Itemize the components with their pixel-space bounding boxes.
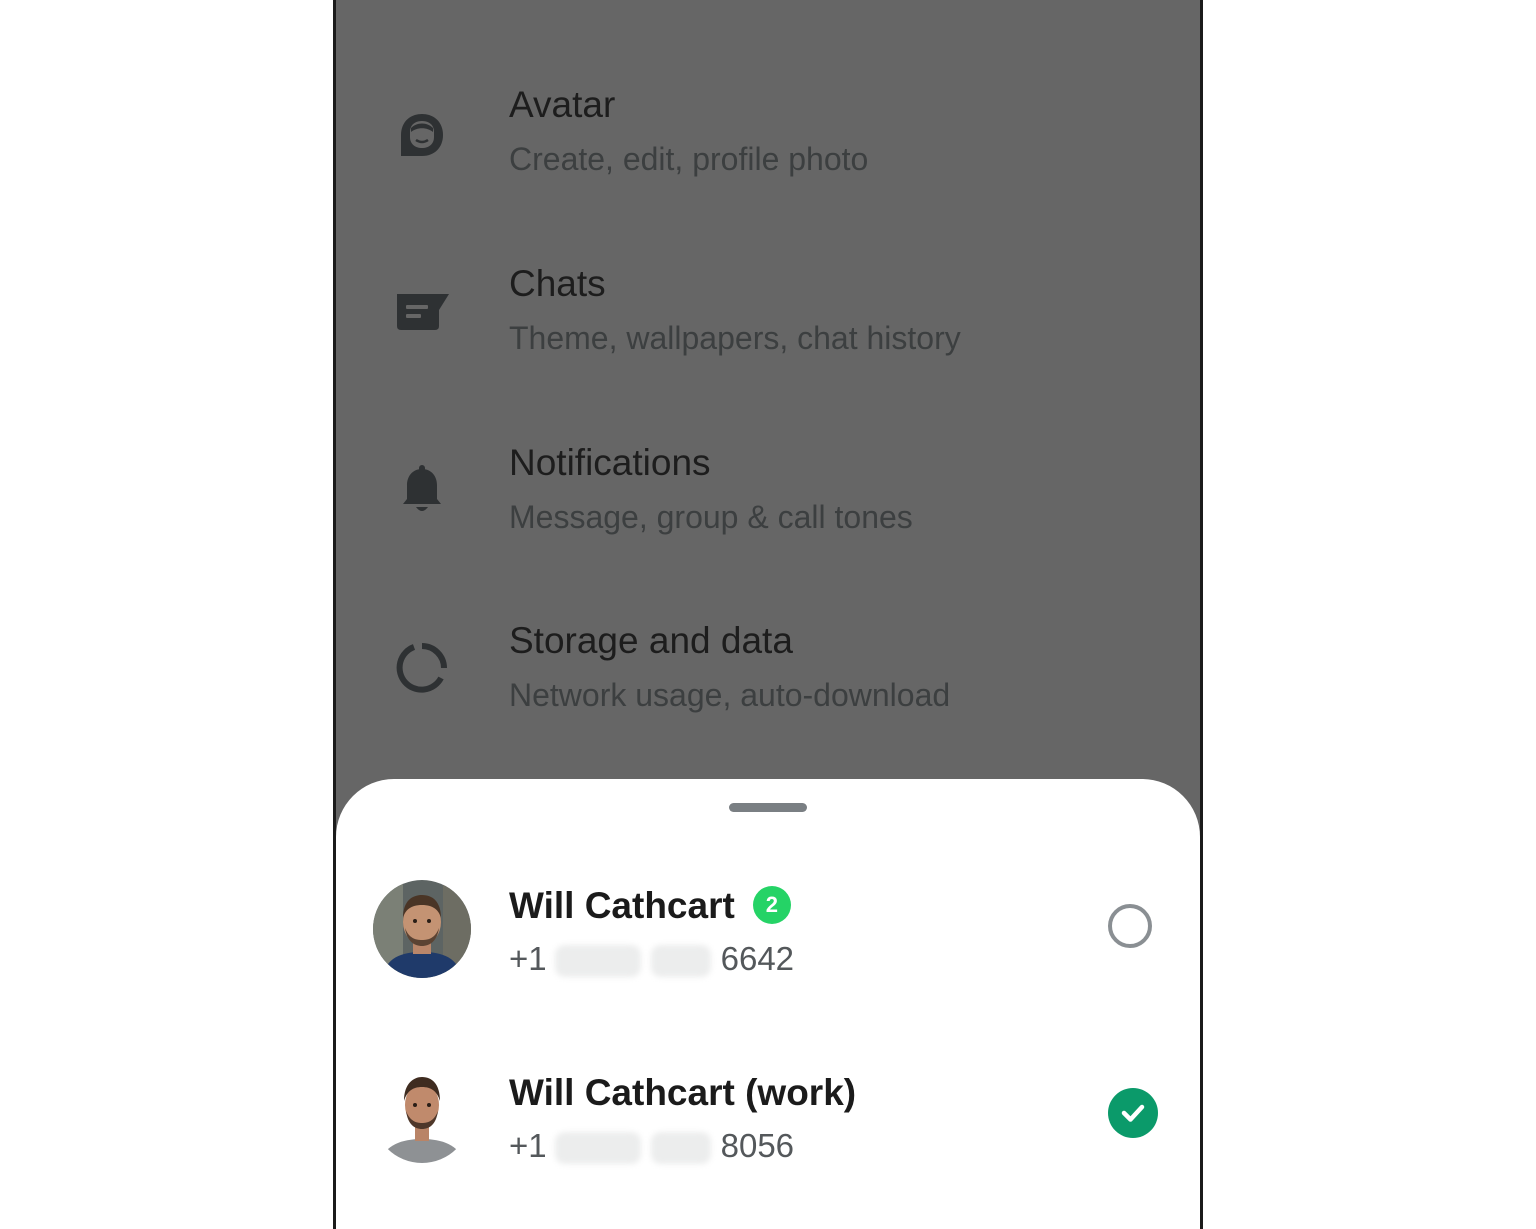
account-row-work[interactable]: Will Cathcart (work) +1 8056: [336, 1065, 1200, 1207]
settings-item-title: Storage and data: [509, 620, 793, 661]
avatar: [373, 880, 471, 978]
drag-handle[interactable]: [729, 803, 807, 812]
radio-button-unselected[interactable]: [1108, 904, 1152, 948]
redacted-phone-digits: [554, 1132, 641, 1165]
settings-item-chats[interactable]: Chats Theme, wallpapers, chat history: [336, 263, 1200, 383]
redacted-phone-digits: [650, 945, 711, 978]
storage-icon: [392, 638, 452, 698]
settings-item-title: Avatar: [509, 84, 616, 125]
chat-icon: [392, 281, 452, 341]
bell-icon: [392, 459, 452, 519]
settings-item-notifications[interactable]: Notifications Message, group & call tone…: [336, 442, 1200, 562]
redacted-phone-digits: [554, 945, 641, 978]
radio-button-selected[interactable]: [1108, 1088, 1158, 1138]
settings-item-subtitle: Message, group & call tones: [509, 499, 913, 535]
account-phone: +1 8056: [509, 1127, 795, 1165]
settings-item-subtitle: Theme, wallpapers, chat history: [509, 320, 961, 356]
account-phone: +1 6642: [509, 940, 795, 978]
settings-item-avatar[interactable]: Avatar Create, edit, profile photo: [336, 84, 1200, 204]
settings-item-subtitle: Create, edit, profile photo: [509, 141, 869, 177]
unread-badge: 2: [752, 886, 791, 925]
avatar: [373, 1065, 471, 1163]
settings-item-storage[interactable]: Storage and data Network usage, auto-dow…: [336, 620, 1200, 740]
account-name: Will Cathcart 2: [509, 885, 791, 927]
account-name: Will Cathcart (work): [509, 1072, 857, 1113]
redacted-phone-digits: [650, 1132, 711, 1165]
account-row-personal[interactable]: Will Cathcart 2 +1 6642: [336, 880, 1200, 1020]
settings-item-title: Chats: [509, 263, 606, 304]
avatar-icon: [392, 105, 452, 165]
settings-item-title: Notifications: [509, 442, 711, 483]
account-switcher-sheet: Will Cathcart 2 +1 6642 Will Cathcart (wor…: [336, 779, 1200, 1229]
checkmark-icon: [1121, 1104, 1145, 1122]
settings-item-subtitle: Network usage, auto-download: [509, 677, 951, 713]
phone-frame: Avatar Create, edit, profile photo Chats…: [333, 0, 1203, 1229]
